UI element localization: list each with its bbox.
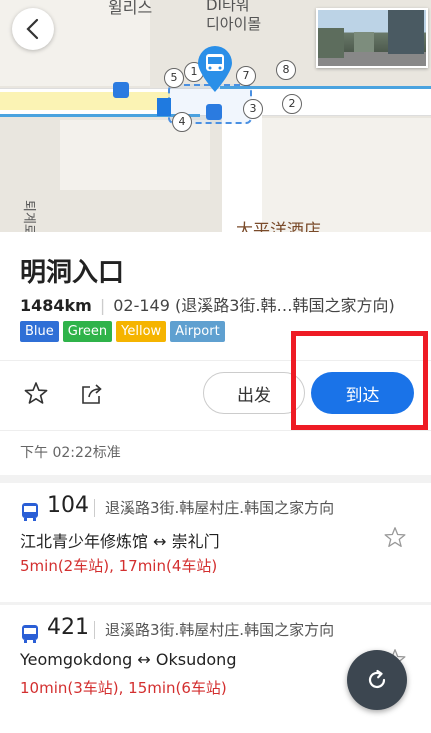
refresh-button[interactable]	[347, 650, 407, 710]
line-tag-yellow: Yellow	[116, 321, 167, 342]
map-hotel-label: 太平洋酒店	[236, 221, 321, 232]
map-stop-number[interactable]: 5	[164, 68, 184, 88]
map-poi-label: DI타워 디아이몰	[206, 0, 262, 33]
route-number: 421	[47, 615, 89, 640]
map-road-label: 퇴계로	[21, 200, 36, 232]
thumbnail-building	[388, 10, 424, 54]
selected-bus-stop-pin-icon[interactable]	[195, 45, 235, 93]
line-tag-blue: Blue	[20, 321, 59, 342]
route-eta: 10min(3车站), 15min(6车站)	[20, 679, 227, 697]
update-time: 下午 02:22标准	[20, 445, 121, 461]
map-road	[222, 114, 262, 232]
separator: |	[99, 296, 106, 315]
map-stop-number[interactable]: 4	[172, 112, 192, 132]
separator	[94, 499, 95, 517]
thumbnail-building	[354, 32, 374, 52]
route-favorite-star-icon[interactable]	[382, 525, 408, 551]
back-button[interactable]	[12, 8, 54, 50]
share-icon[interactable]	[78, 380, 106, 408]
station-code-direction: 02-149 (退溪路3街.韩…韩国之家方向)	[113, 296, 395, 315]
divider	[0, 360, 431, 361]
map-label: 윌리스	[108, 0, 153, 17]
station-distance: 1484km	[20, 296, 92, 315]
route-direction: 退溪路3街.韩屋村庄.韩国之家方向	[105, 499, 335, 517]
route-eta: 5min(2车站), 17min(4车站)	[20, 557, 218, 575]
depart-button[interactable]: 出发	[203, 372, 305, 414]
bus-icon	[22, 503, 38, 521]
chevron-left-icon	[26, 18, 39, 40]
map-view[interactable]: 윌리스 DI타워 디아이몰 퇴계로 太平洋酒店 5 1 7 8 2 3 4	[0, 0, 431, 232]
route-list-item[interactable]: 104 退溪路3街.韩屋村庄.韩国之家方向 江北青少年修炼馆 ↔ 崇礼门 5mi…	[0, 483, 431, 602]
divider	[0, 430, 431, 431]
route-endpoints: 江北青少年修炼馆 ↔ 崇礼门	[20, 532, 220, 551]
separator	[94, 621, 95, 639]
refresh-icon	[368, 669, 386, 689]
map-block	[60, 120, 210, 190]
line-tag-green: Green	[62, 321, 113, 342]
station-name: 明洞入口	[20, 258, 125, 288]
arrive-button[interactable]: 到达	[311, 372, 414, 414]
bus-stop-icon[interactable]	[113, 82, 129, 98]
station-marker	[157, 98, 171, 116]
map-block	[262, 118, 431, 232]
bus-stop-icon[interactable]	[206, 104, 222, 120]
route-endpoints: Yeomgokdong ↔ Oksudong	[20, 650, 237, 669]
station-info-card: 明洞入口 1484km | 02-149 (退溪路3街.韩…韩国之家方向) Blue…	[0, 232, 431, 475]
bus-icon	[22, 625, 38, 643]
line-tag-airport: Airport	[170, 321, 225, 342]
map-stop-number[interactable]: 7	[236, 66, 256, 86]
favorite-star-icon[interactable]	[22, 380, 50, 408]
street-view-thumbnail[interactable]	[316, 8, 428, 68]
station-subtitle: 1484km | 02-149 (退溪路3街.韩…韩国之家方向)	[20, 292, 395, 316]
line-tags: Blue Green Yellow Airport	[20, 321, 225, 342]
map-stop-number[interactable]: 3	[243, 99, 263, 119]
thumbnail-building	[318, 28, 344, 58]
route-number: 104	[47, 493, 89, 518]
map-road-highlight	[0, 92, 170, 110]
map-stop-number[interactable]: 2	[282, 94, 302, 114]
route-direction: 退溪路3街.韩屋村庄.韩国之家方向	[105, 621, 335, 639]
map-stop-number[interactable]: 8	[276, 60, 296, 80]
